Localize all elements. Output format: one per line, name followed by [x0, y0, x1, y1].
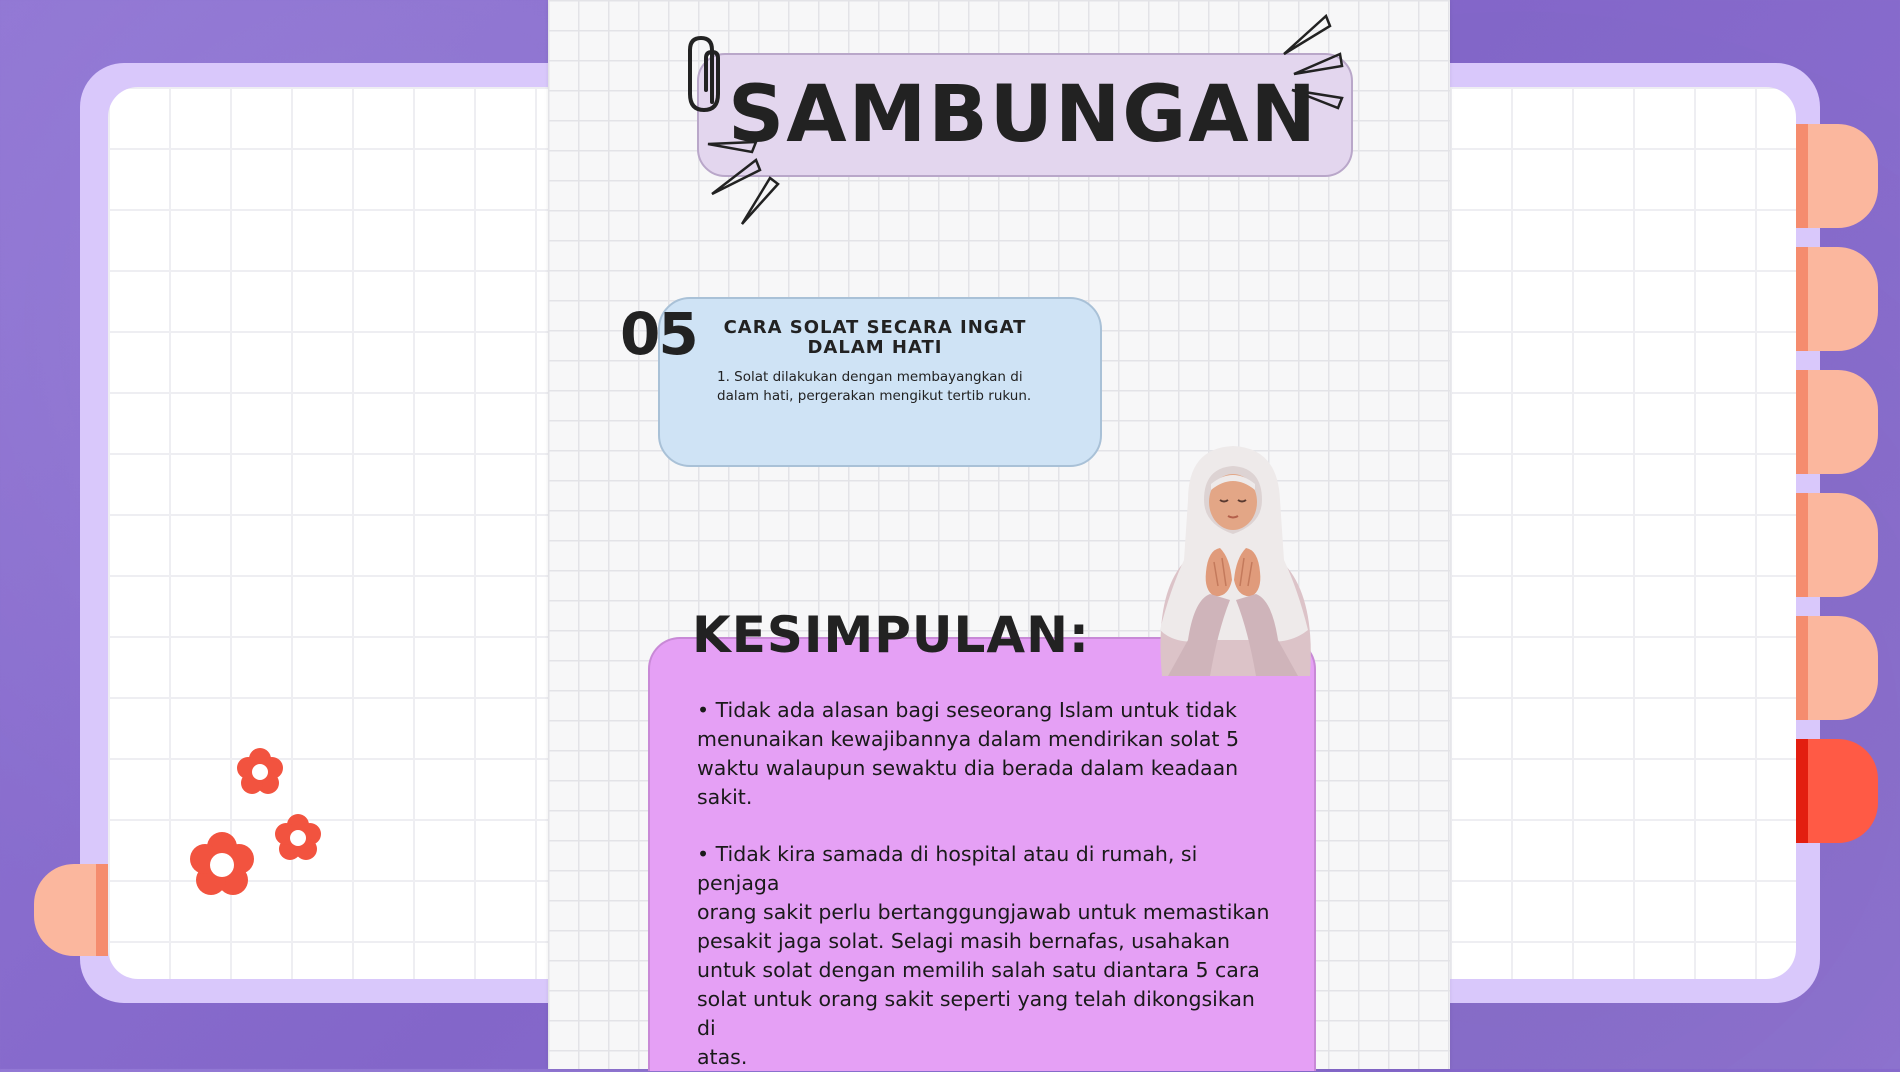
left-tab[interactable]: [34, 864, 108, 956]
step-title-line: DALAM HATI: [807, 337, 943, 358]
section-tab-5[interactable]: [1796, 616, 1878, 720]
paragraph-line: solat untuk orang sakit seperti yang tel…: [697, 987, 1255, 1040]
section-tab-2[interactable]: [1796, 247, 1878, 351]
step-body-line: dalam hati, pergerakan mengikut tertib r…: [717, 388, 1032, 404]
conclusion-paragraph-2: • Tidak kira samada di hospital atau di …: [697, 840, 1277, 1072]
step-number: 05: [620, 300, 699, 368]
praying-woman-illustration: [1160, 446, 1311, 676]
section-tab-6-active[interactable]: [1796, 739, 1878, 843]
conclusion-paragraph-1: • Tidak ada alasan bagi seseorang Islam …: [697, 696, 1277, 812]
paragraph-line: • Tidak kira samada di hospital atau di …: [697, 842, 1198, 895]
conclusion-heading: KESIMPULAN:: [692, 606, 1090, 664]
sparkle-lines-icon: [1283, 14, 1344, 110]
paragraph-line: atas.: [697, 1045, 748, 1069]
step-title-line: CARA SOLAT SECARA INGAT: [723, 317, 1027, 338]
paragraph-line: pesakit jaga solat. Selagi masih bernafa…: [697, 929, 1231, 953]
paragraph-line: menunaikan kewajibannya dalam mendirikan…: [697, 727, 1240, 751]
paragraph-line: orang sakit perlu bertanggungjawab untuk…: [697, 900, 1270, 924]
section-tab-1[interactable]: [1796, 124, 1878, 228]
step-body-line: 1. Solat dilakukan dengan membayangkan d…: [717, 369, 1023, 385]
paperclip-icon: [688, 35, 720, 113]
section-tab-3[interactable]: [1796, 370, 1878, 474]
step-body: 1. Solat dilakukan dengan membayangkan d…: [717, 368, 1057, 406]
flower-icon: [190, 748, 321, 895]
section-tab-4[interactable]: [1796, 493, 1878, 597]
paragraph-line: untuk solat dengan memilih salah satu di…: [697, 958, 1260, 982]
page-title: SAMBUNGAN: [728, 70, 1318, 160]
paragraph-line: sakit.: [697, 785, 753, 809]
step-title: CARA SOLAT SECARA INGAT DALAM HATI: [700, 318, 1050, 358]
paragraph-line: • Tidak ada alasan bagi seseorang Islam …: [697, 698, 1237, 722]
paragraph-line: waktu walaupun sewaktu dia berada dalam …: [697, 756, 1239, 780]
sparkle-lines-icon: [707, 140, 780, 225]
